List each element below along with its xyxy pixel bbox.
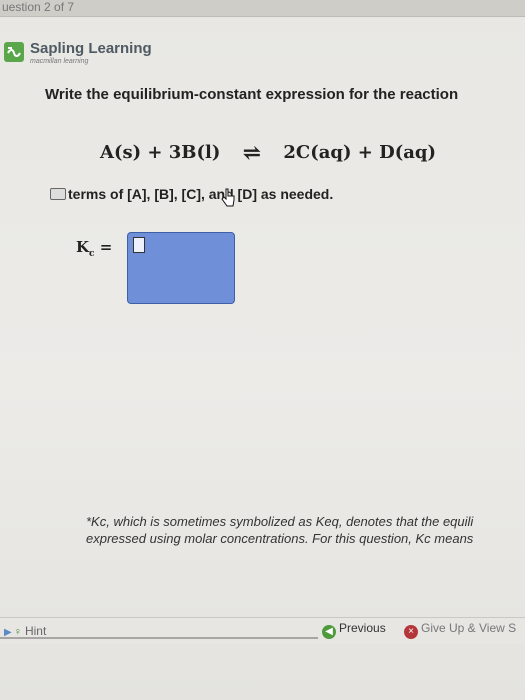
bottom-toolbar: ▶ ♀ Hint ◀ Previous × Give Up & View S [0, 617, 525, 644]
reaction-right: 2C(aq) + D(aq) [283, 142, 436, 163]
sapling-screen: uestion 2 of 7 Sapling Learning macmilla… [0, 0, 525, 700]
question-prompt: Write the equilibrium-constant expressio… [45, 86, 459, 103]
previous-circle-icon: ◀ [322, 625, 336, 639]
kc-subscript: c [89, 249, 95, 259]
equation-editor-icon[interactable] [50, 188, 66, 200]
question-counter: uestion 2 of 7 [2, 0, 75, 14]
previous-label: Previous [339, 621, 386, 635]
footnote-line-2: expressed using molar concentrations. Fo… [86, 531, 474, 546]
answer-input-box[interactable] [127, 232, 235, 304]
give-up-label: Give Up & View S [421, 621, 517, 635]
brand-name: Sapling Learning [30, 40, 152, 57]
reaction-equation: A(s) + 3B(l) ⇌ 2C(aq) + D(aq) [100, 140, 436, 166]
kc-equals: = [99, 238, 113, 256]
hint-divider [0, 637, 318, 639]
kc-footnote: *Kc, which is sometimes symbolized as Ke… [86, 513, 525, 547]
previous-button[interactable]: ◀ Previous [322, 621, 386, 639]
sapling-logo-icon [4, 42, 24, 62]
answer-cursor-slot[interactable] [133, 237, 145, 253]
hint-button[interactable]: ▶ ♀ Hint [4, 624, 46, 638]
instruction-label: terms of [A], [B], [C], and [D] as neede… [68, 186, 334, 202]
top-bar: uestion 2 of 7 [0, 0, 525, 17]
kc-symbol: K [76, 238, 90, 256]
instruction-text: terms of [A], [B], [C], and [D] as neede… [50, 186, 333, 202]
brand-subname: macmillan learning [30, 58, 89, 65]
hint-label: Hint [24, 624, 47, 638]
hand-cursor-icon [221, 188, 235, 213]
footnote-line-1: *Kc, which is sometimes symbolized as Ke… [86, 514, 474, 529]
kc-label: Kc = [76, 238, 112, 259]
reaction-left: A(s) + 3B(l) [100, 142, 221, 163]
close-circle-icon: × [404, 625, 418, 639]
equilibrium-arrow-icon: ⇌ [242, 140, 262, 166]
give-up-button[interactable]: × Give Up & View S [404, 621, 516, 639]
